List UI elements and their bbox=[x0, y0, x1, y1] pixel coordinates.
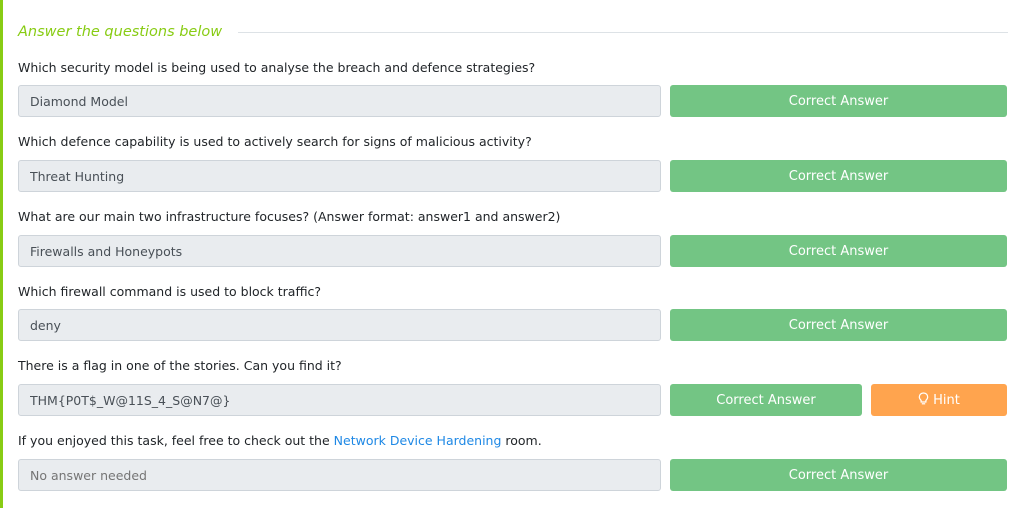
answer-6-field[interactable] bbox=[18, 459, 661, 491]
question-6-text-before: If you enjoyed this task, feel free to c… bbox=[18, 433, 334, 448]
correct-answer-button-2[interactable]: Correct Answer bbox=[670, 160, 1007, 192]
question-2-text: Which defence capability is used to acti… bbox=[18, 134, 532, 149]
question-1-text: Which security model is being used to an… bbox=[18, 60, 536, 75]
answer-4-field[interactable] bbox=[18, 309, 661, 341]
correct-answer-button-6[interactable]: Correct Answer bbox=[670, 459, 1007, 491]
answer-5-field[interactable] bbox=[18, 384, 661, 416]
network-device-hardening-link[interactable]: Network Device Hardening bbox=[334, 433, 502, 448]
section-divider bbox=[238, 31, 1008, 33]
question-4-text: Which firewall command is used to block … bbox=[18, 284, 322, 299]
section-header: Answer the questions below bbox=[18, 22, 1008, 42]
correct-answer-button-4[interactable]: Correct Answer bbox=[670, 309, 1007, 341]
correct-answer-button-5[interactable]: Correct Answer bbox=[670, 384, 862, 416]
hint-button[interactable]: Hint bbox=[871, 384, 1007, 416]
question-3-text: What are our main two infrastructure foc… bbox=[18, 209, 561, 224]
lightbulb-icon bbox=[918, 391, 929, 409]
correct-answer-button-3[interactable]: Correct Answer bbox=[670, 235, 1007, 267]
question-5-text: There is a flag in one of the stories. C… bbox=[18, 358, 342, 373]
question-6-text: If you enjoyed this task, feel free to c… bbox=[18, 433, 542, 448]
question-6-text-after: room. bbox=[501, 433, 542, 448]
answer-2-field[interactable] bbox=[18, 160, 661, 192]
section-title: Answer the questions below bbox=[18, 24, 223, 40]
left-accent-bar bbox=[0, 0, 3, 508]
answer-1-field[interactable] bbox=[18, 85, 661, 117]
answer-3-field[interactable] bbox=[18, 235, 661, 267]
hint-label: Hint bbox=[933, 392, 960, 408]
correct-answer-button-1[interactable]: Correct Answer bbox=[670, 85, 1007, 117]
